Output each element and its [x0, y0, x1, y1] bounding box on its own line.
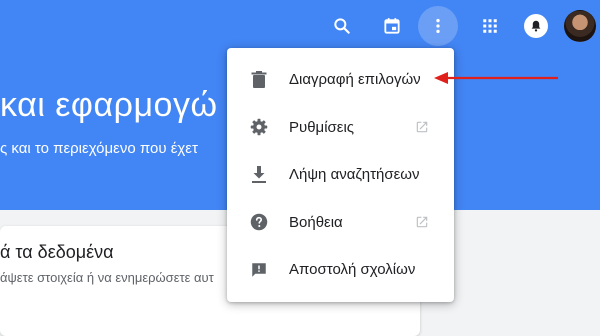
- notifications-icon: [531, 20, 541, 32]
- page-subtitle: ς και το περιεχόμενο που έχετ: [0, 140, 198, 157]
- download-icon: [249, 165, 269, 185]
- menu-item-label: Ρυθμίσεις: [289, 118, 355, 136]
- menu-item-label: Αποστολή σχολίων: [289, 261, 416, 279]
- menu-item-download-searches[interactable]: Λήψη αναζητήσεων: [227, 151, 454, 199]
- notifications-badge: [524, 14, 548, 38]
- menu-item-send-feedback[interactable]: Αποστολή σχολίων: [227, 246, 454, 294]
- more-vert-icon: [436, 18, 440, 34]
- open-in-new-icon: [413, 118, 431, 136]
- avatar[interactable]: [564, 10, 596, 42]
- notifications-button[interactable]: [520, 10, 552, 42]
- trash-icon: [249, 70, 269, 90]
- open-in-new-icon: [413, 213, 431, 231]
- more-options-button[interactable]: [418, 6, 458, 46]
- annotation-arrow: [434, 72, 558, 84]
- gear-icon: [249, 117, 269, 137]
- menu-item-delete-activity[interactable]: Διαγραφή επιλογών: [227, 56, 454, 104]
- apps-grid-icon: [483, 19, 497, 33]
- card-description: άψετε στοιχεία ή να ενημερώσετε αυτ: [0, 270, 214, 285]
- more-options-menu: Διαγραφή επιλογών Ρυθμίσεις Λήψη αναζητή…: [227, 48, 454, 302]
- calendar-button[interactable]: [376, 10, 408, 42]
- apps-button[interactable]: [474, 10, 506, 42]
- card-title: ά τα δεδομένα: [0, 242, 114, 262]
- menu-item-help[interactable]: Βοήθεια: [227, 199, 454, 247]
- menu-item-label: Λήψη αναζητήσεων: [289, 166, 420, 184]
- menu-item-label: Βοήθεια: [289, 213, 343, 231]
- page-title: και εφαρμογώ: [0, 86, 218, 124]
- menu-item-label: Διαγραφή επιλογών: [289, 71, 421, 89]
- search-icon: [334, 18, 350, 34]
- calendar-icon: [384, 18, 400, 34]
- menu-item-settings[interactable]: Ρυθμίσεις: [227, 104, 454, 152]
- search-button[interactable]: [326, 10, 358, 42]
- help-icon: [249, 212, 269, 232]
- feedback-icon: [249, 260, 269, 280]
